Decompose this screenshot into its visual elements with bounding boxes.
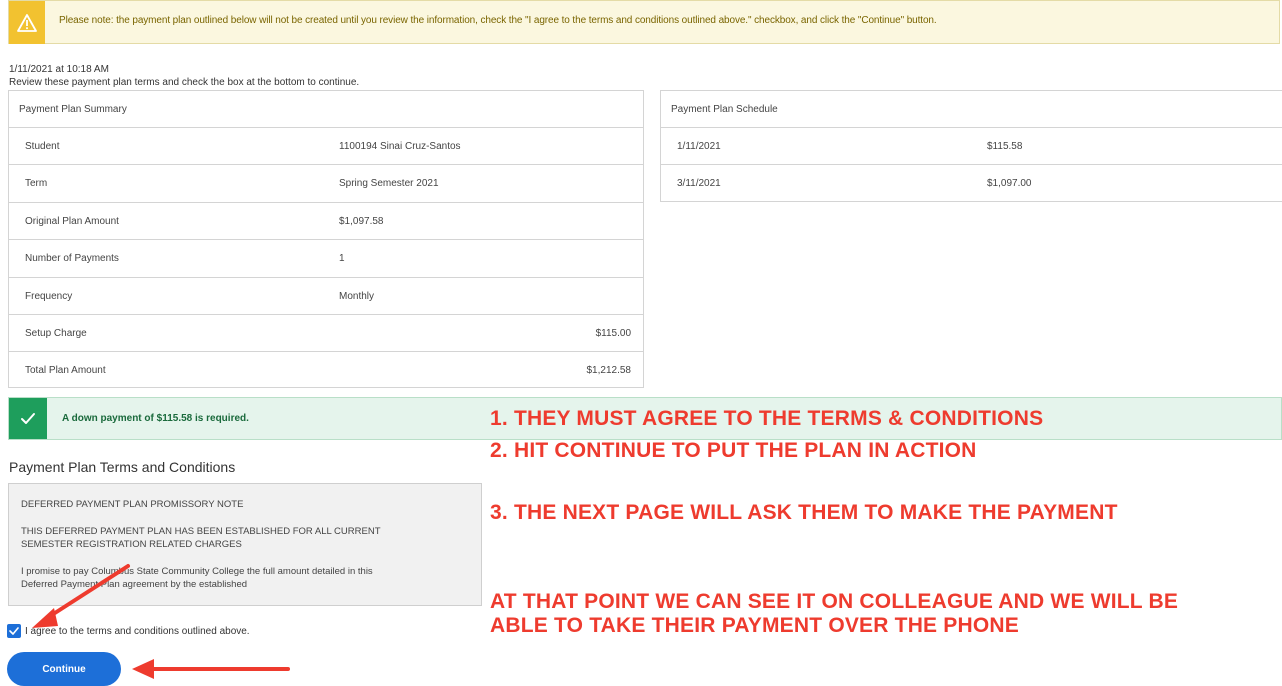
row-value: $1,097.58 (339, 215, 384, 227)
warning-icon (9, 1, 45, 44)
annotation-arrow-icon (132, 659, 290, 679)
annotation-arrow-icon (32, 564, 130, 628)
summary-row-number-of-payments: Number of Payments 1 (9, 240, 643, 278)
row-value: Spring Semester 2021 (339, 178, 439, 190)
annotation-step-2: 2. HIT CONTINUE TO PUT THE PLAN IN ACTIO… (490, 439, 977, 462)
row-label: Term (25, 178, 48, 190)
instructions-text: Review these payment plan terms and chec… (9, 77, 360, 88)
summary-row-frequency: Frequency Monthly (9, 278, 643, 315)
warning-notice: Please note: the payment plan outlined b… (8, 0, 1280, 44)
notice-text: Please note: the payment plan outlined b… (59, 15, 937, 26)
payment-plan-schedule-table: Payment Plan Schedule 1/11/2021 $115.58 … (660, 90, 1282, 202)
summary-row-total: Total Plan Amount $1,212.58 (9, 352, 643, 389)
annotation-note: AT THAT POINT WE CAN SEE IT ON COLLEAGUE… (490, 590, 1179, 637)
row-label: Setup Charge (25, 327, 87, 339)
down-payment-text: A down payment of $115.58 is required. (62, 413, 249, 424)
schedule-row: 3/11/2021 $1,097.00 (661, 165, 1282, 202)
payment-plan-summary-table: Payment Plan Summary Student 1100194 Sin… (8, 90, 644, 388)
row-label: Student (25, 141, 60, 152)
schedule-date: 3/11/2021 (677, 178, 721, 190)
check-icon (9, 398, 47, 439)
row-value: $115.00 (595, 327, 631, 339)
continue-button[interactable]: Continue (7, 652, 121, 686)
row-value: Monthly (339, 290, 375, 302)
annotation-step-1: 1. THEY MUST AGREE TO THE TERMS & CONDIT… (490, 407, 1044, 430)
row-value: $1,212.58 (586, 365, 632, 377)
schedule-amount: $1,097.00 (987, 178, 1032, 190)
summary-row-term: Term Spring Semester 2021 (9, 165, 643, 203)
schedule-row: 1/11/2021 $115.58 (661, 128, 1282, 166)
summary-row-setup-charge: Setup Charge $115.00 (9, 315, 643, 353)
row-value: 1 (339, 253, 345, 265)
row-value: 1100194 Sinai Cruz-Santos (339, 141, 461, 152)
summary-row-student: Student 1100194 Sinai Cruz-Santos (9, 128, 643, 166)
row-label: Original Plan Amount (25, 215, 119, 227)
schedule-title: Payment Plan Schedule (661, 91, 1282, 128)
agree-checkbox[interactable] (7, 624, 21, 638)
terms-title: Payment Plan Terms and Conditions (9, 459, 236, 475)
row-label: Total Plan Amount (25, 365, 106, 377)
row-label: Frequency (25, 290, 73, 302)
schedule-date: 1/11/2021 (677, 141, 721, 152)
summary-row-original-amount: Original Plan Amount $1,097.58 (9, 203, 643, 241)
terms-paragraph: THIS DEFERRED PAYMENT PLAN HAS BEEN ESTA… (21, 526, 381, 550)
row-label: Number of Payments (25, 253, 119, 265)
annotation-step-3: 3. THE NEXT PAGE WILL ASK THEM TO MAKE T… (490, 501, 1118, 524)
timestamp: 1/11/2021 at 10:18 AM (9, 64, 109, 75)
terms-heading: DEFERRED PAYMENT PLAN PROMISSORY NOTE (21, 499, 244, 510)
schedule-amount: $115.58 (987, 141, 1023, 152)
summary-title: Payment Plan Summary (9, 91, 643, 128)
